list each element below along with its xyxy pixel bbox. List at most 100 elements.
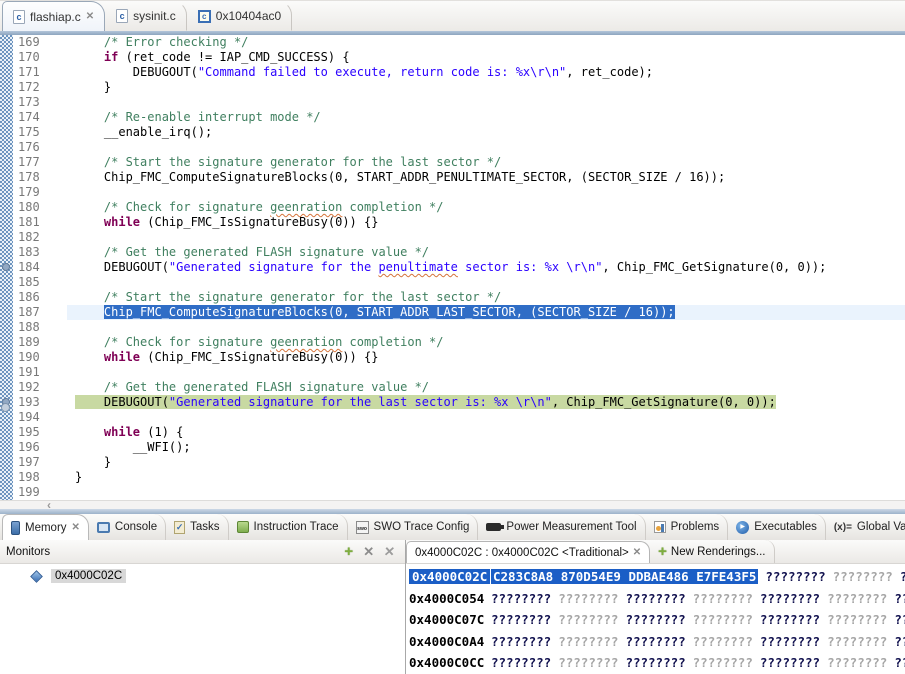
memory-cell[interactable]: ???????? [894,634,905,649]
line-number[interactable]: 170 [13,50,67,65]
code-line[interactable]: 199 [13,485,905,500]
code-line[interactable]: 186 /* Start the signature generator for… [13,290,905,305]
view-tab-memory[interactable]: Memory ✕ [2,514,89,540]
memory-cell[interactable]: ???????? [625,655,685,670]
code-line[interactable]: 183 /* Get the generated FLASH signature… [13,245,905,260]
line-number[interactable]: 186 [13,290,67,305]
code-line[interactable]: 189 /* Check for signature geenration co… [13,335,905,350]
memory-address[interactable]: 0x4000C0A4 [409,631,491,653]
code-line[interactable]: 193 DEBUGOUT("Generated signature for th… [13,395,905,410]
line-number[interactable]: 184 [13,260,67,275]
code-line[interactable]: 179 [13,185,905,200]
line-number[interactable]: 176 [13,140,67,155]
memory-cell[interactable]: ???????? [894,612,905,627]
memory-cell[interactable]: ???????? [491,591,551,606]
rendering-tab[interactable]: 0x4000C02C : 0x4000C02C <Traditional> ✕ [406,541,651,563]
editor-hscrollbar[interactable]: ‹ [0,498,905,512]
line-number[interactable]: 181 [13,215,67,230]
memory-cell[interactable]: ???????? [491,612,551,627]
line-number[interactable]: 192 [13,380,67,395]
code-line[interactable]: 173 [13,95,905,110]
view-tab-swo-trace-config[interactable]: swo SWO Trace Config [348,514,479,540]
code-line[interactable]: 198} [13,470,905,485]
memory-cell[interactable]: ???????? [827,634,887,649]
line-number[interactable]: 177 [13,155,67,170]
code-line[interactable]: 187 Chip_FMC_ComputeSignatureBlocks(0, S… [13,305,905,320]
memory-cell[interactable]: ???????? [491,655,551,670]
line-number[interactable]: 195 [13,425,67,440]
line-number[interactable]: 198 [13,470,67,485]
view-tab-global-variable[interactable]: (x)= Global Variable [826,514,905,540]
line-number[interactable]: 175 [13,125,67,140]
close-icon[interactable]: ✕ [633,547,641,558]
code-line[interactable]: 194 [13,410,905,425]
line-number[interactable]: 188 [13,320,67,335]
code-line[interactable]: 180 /* Check for signature geenration co… [13,200,905,215]
code-line[interactable]: 170 if (ret_code != IAP_CMD_SUCCESS) { [13,50,905,65]
memory-cell[interactable]: ???????? [558,612,618,627]
memory-cell[interactable]: ???????? [693,634,753,649]
code-line[interactable]: 184 DEBUGOUT("Generated signature for th… [13,260,905,275]
code-line[interactable]: 178 Chip_FMC_ComputeSignatureBlocks(0, S… [13,170,905,185]
memory-cell[interactable]: ???????? [558,655,618,670]
remove-monitor-button[interactable]: ✕ [363,545,374,559]
memory-address[interactable]: 0x4000C0CC [409,652,491,674]
line-number[interactable]: 197 [13,455,67,470]
line-number[interactable]: 190 [13,350,67,365]
code-line[interactable]: 175 __enable_irq(); [13,125,905,140]
close-icon[interactable]: ✕ [86,11,94,22]
editor-tab-0x10404ac0[interactable]: c 0x10404ac0 [187,1,293,31]
code-line[interactable]: 188 [13,320,905,335]
memory-cell[interactable]: ???????? [833,569,893,584]
memory-selected-cells[interactable]: C283C8A8 870D54E9 DDBAE486 E7FE43F5 [491,569,759,584]
code-line[interactable]: 176 [13,140,905,155]
memory-cell[interactable]: ???????? [827,591,887,606]
memory-cell[interactable]: ???????? [760,634,820,649]
memory-cell[interactable]: ???????? [760,591,820,606]
code-line[interactable]: 195 while (1) { [13,425,905,440]
code-line[interactable]: 185 [13,275,905,290]
rendering-tab[interactable]: + New Renderings... [650,540,775,563]
code-line[interactable]: 172 } [13,80,905,95]
memory-cell[interactable]: ???????? [558,634,618,649]
line-number[interactable]: 189 [13,335,67,350]
memory-cell[interactable]: ???????? [693,591,753,606]
memory-cell[interactable]: ???????? [625,612,685,627]
line-number[interactable]: 174 [13,110,67,125]
memory-cell[interactable]: ???????? [558,591,618,606]
line-number[interactable]: 185 [13,275,67,290]
memory-address[interactable]: 0x4000C02C [409,566,491,588]
remove-all-monitors-button[interactable]: ✕ [383,544,395,559]
code-line[interactable]: 192 /* Get the generated FLASH signature… [13,380,905,395]
code-line[interactable]: 171 DEBUGOUT("Command failed to execute,… [13,65,905,80]
memory-row[interactable]: 0x4000C0A4??????????????????????????????… [406,631,905,653]
close-icon[interactable]: ✕ [72,522,80,533]
line-number[interactable]: 199 [13,485,67,500]
line-number[interactable]: 191 [13,365,67,380]
line-number[interactable]: 173 [13,95,67,110]
code-line[interactable]: 174 /* Re-enable interrupt mode */ [13,110,905,125]
editor-tab-sysinit.c[interactable]: c sysinit.c [105,1,187,31]
line-number[interactable]: 171 [13,65,67,80]
view-tab-instruction-trace[interactable]: Instruction Trace [229,514,348,540]
view-tab-power-measurement-tool[interactable]: Power Measurement Tool [478,514,646,540]
memory-cell[interactable]: ???????? [827,655,887,670]
memory-cell[interactable]: ???????? [625,634,685,649]
code-line[interactable]: 190 while (Chip_FMC_IsSignatureBusy(0)) … [13,350,905,365]
memory-cell[interactable]: ???????? [491,634,551,649]
view-tab-problems[interactable]: Problems [646,514,729,540]
memory-row[interactable]: 0x4000C054??????????????????????????????… [406,588,905,610]
code-line[interactable]: 169 /* Error checking */ [13,35,905,50]
editor-tab-flashiap.c[interactable]: c flashiap.c ✕ [2,1,106,31]
view-tab-tasks[interactable]: ✓ Tasks [166,514,229,540]
monitor-item[interactable]: 0x4000C02C [0,567,405,585]
memory-cell[interactable]: ???????? [765,569,825,584]
memory-cell[interactable]: ???????? [900,569,905,584]
memory-address[interactable]: 0x4000C07C [409,609,491,631]
code-line[interactable]: 181 while (Chip_FMC_IsSignatureBusy(0)) … [13,215,905,230]
code-line[interactable]: 182 [13,230,905,245]
line-number[interactable]: 180 [13,200,67,215]
line-number[interactable]: 194 [13,410,67,425]
memory-cell[interactable]: ???????? [693,612,753,627]
scroll-left-arrow-icon[interactable]: ‹ [47,498,51,512]
